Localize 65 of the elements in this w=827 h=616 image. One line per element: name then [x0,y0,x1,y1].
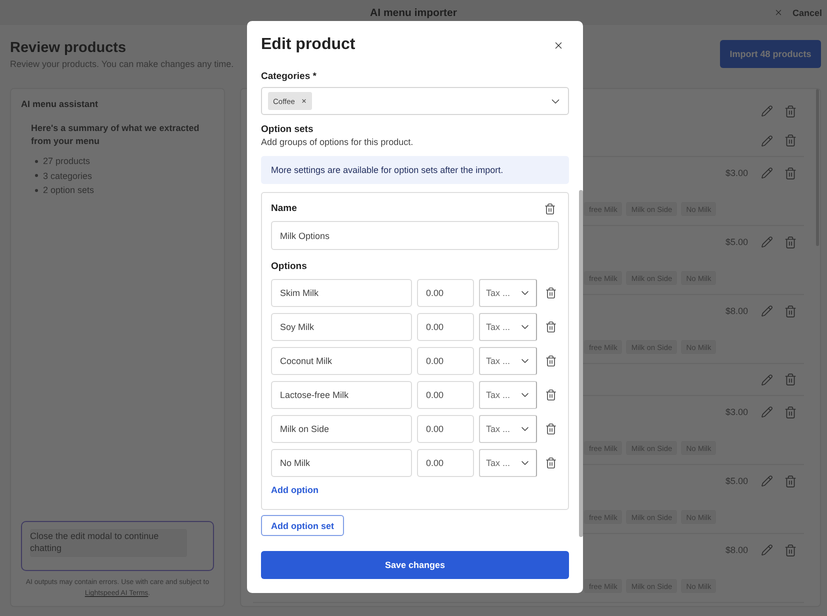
price-text: $3.00 [725,168,748,178]
section-title: Option sets [261,124,314,136]
bullet-icon [35,188,38,192]
field-label: Name [271,203,297,215]
trash-icon[interactable] [544,203,556,215]
option-price-input[interactable]: 0.00 [417,347,474,375]
page-title: Review products [10,40,128,57]
option-price-input[interactable]: 0.00 [417,449,474,477]
add-option-set-button[interactable]: Add option set [261,515,344,536]
tax-select[interactable]: Tax ... [479,381,537,409]
trash-icon[interactable] [544,321,556,333]
pencil-icon[interactable] [761,305,773,317]
bullet-icon [35,160,38,163]
summary-item: 3 categories [43,170,92,181]
trash-icon[interactable] [544,287,556,299]
field-label: Categories * [261,71,318,83]
pencil-icon[interactable] [761,134,773,146]
modal-title: Edit product [261,36,356,54]
trash-icon[interactable] [544,389,556,401]
price-text: $3.00 [725,407,748,417]
pencil-icon[interactable] [761,374,773,386]
field-label: Options [271,260,308,274]
add-option-link[interactable]: Add option [271,484,318,496]
remove-icon[interactable] [300,98,307,104]
tax-select[interactable]: Tax ... [479,313,537,341]
pencil-icon[interactable] [761,105,773,117]
option-name-input[interactable]: Coconut Milk [271,347,412,375]
close-icon[interactable] [553,40,564,50]
tax-select[interactable]: Tax ... [479,415,537,443]
tax-select[interactable]: Tax ... [479,347,537,375]
trash-icon[interactable] [544,457,556,469]
pencil-icon[interactable] [761,475,773,487]
scrollbar-thumb[interactable] [579,190,583,537]
option-price-input[interactable]: 0.00 [417,279,474,307]
summary-item: 27 products [43,156,90,166]
option-price-input[interactable]: 0.00 [417,381,474,409]
option-price-input[interactable]: 0.00 [417,313,474,341]
save-button[interactable]: Save changes [261,551,569,579]
option-name-input[interactable]: Soy Milk [271,313,412,341]
pencil-icon[interactable] [761,544,773,556]
trash-icon[interactable] [544,355,556,367]
pencil-icon[interactable] [761,406,773,418]
pencil-icon[interactable] [761,167,773,179]
option-name-input[interactable]: No Milk [271,449,412,477]
section-description: Add groups of options for this product. [261,136,414,148]
option-set-name-input[interactable]: Milk Options [271,221,559,250]
bullet-icon [35,174,38,178]
price-text: $8.00 [725,545,748,555]
summary-item: 2 option sets [43,185,94,196]
tax-select[interactable]: Tax ... [479,449,537,477]
close-icon [774,8,784,17]
trash-icon[interactable] [544,423,556,435]
info-banner: More settings are available for option sets after the import. [261,156,569,184]
price-text: $8.00 [725,306,748,316]
assistant-title: AI menu assistant [21,98,100,110]
summary-text: Here's a summary of what we extracted from your menu [30,122,200,148]
option-price-input[interactable]: 0.00 [417,415,474,443]
price-text: $5.00 [725,237,748,247]
option-name-input[interactable]: Skim Milk [271,279,412,307]
top-bar-title: AI menu importer [370,6,457,18]
option-name-input[interactable]: Milk on Side [271,415,412,443]
option-name-input[interactable]: Lactose-free Milk [271,381,412,409]
price-text: $5.00 [725,476,748,486]
pencil-icon[interactable] [761,236,773,248]
tax-select[interactable]: Tax ... [479,279,537,307]
